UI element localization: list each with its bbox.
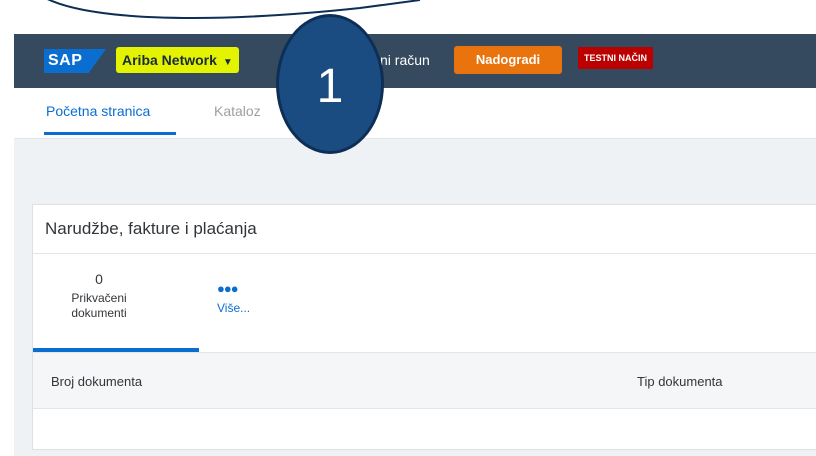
tab-catalogs[interactable]: Kataloz bbox=[214, 103, 261, 119]
attached-documents-count: 0 bbox=[95, 271, 103, 287]
upgrade-button[interactable]: Nadogradi bbox=[454, 46, 562, 74]
attached-documents-label: Prikvačeni dokumenti bbox=[71, 291, 127, 320]
card-title: Narudžbe, fakture i plaćanja bbox=[45, 219, 257, 238]
table-header: Broj dokumenta Tip dokumenta bbox=[33, 353, 816, 409]
table-row bbox=[33, 409, 816, 449]
column-document-type[interactable]: Tip dokumenta bbox=[637, 374, 723, 389]
sap-logo: SAP bbox=[44, 49, 106, 73]
active-tab-indicator bbox=[44, 132, 176, 135]
chevron-down-icon: ▼ bbox=[222, 57, 233, 68]
ariba-network-label: Ariba Network bbox=[122, 52, 217, 68]
step-callout-number: 1 bbox=[276, 14, 384, 154]
divider bbox=[33, 253, 816, 254]
more-dots-icon: ●●● bbox=[217, 281, 239, 296]
orders-invoices-payments-card: Narudžbe, fakture i plaćanja 0 Prikvačen… bbox=[32, 204, 816, 450]
test-mode-badge: TESTNI NAČIN bbox=[578, 47, 653, 69]
ariba-network-menu[interactable]: Ariba Network ▼ bbox=[116, 47, 239, 73]
top-navigation-bar: SAP Ariba Network ▼ ni račun Nadogradi TE… bbox=[14, 34, 816, 88]
account-label[interactable]: ni račun bbox=[380, 49, 430, 71]
tab-home[interactable]: Početna stranica bbox=[46, 103, 150, 119]
more-label: Više... bbox=[217, 301, 251, 315]
page-tabs: Početna stranica Kataloz bbox=[14, 88, 816, 139]
column-document-number[interactable]: Broj dokumenta bbox=[51, 374, 142, 389]
